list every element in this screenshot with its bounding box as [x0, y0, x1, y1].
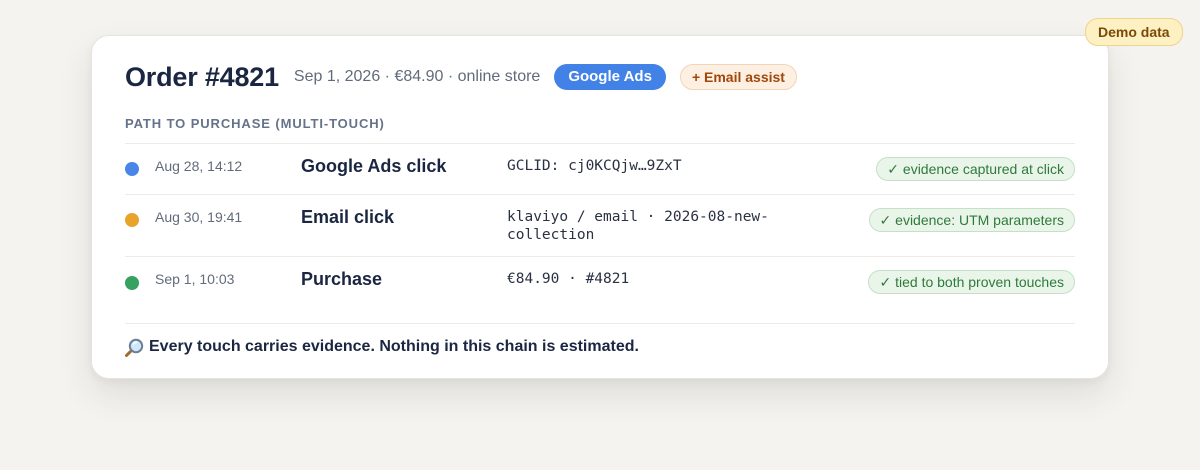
touch-event: Google Ads click [301, 156, 447, 176]
primary-channel-badge: Google Ads [554, 64, 666, 90]
touch-row-email: Aug 30, 19:41 Email click klaviyo / emai… [125, 195, 1075, 257]
touch-timeline: Aug 28, 14:12 Google Ads click GCLID: cj… [125, 143, 1075, 306]
footer-divider [125, 323, 1075, 324]
touch-event: Email click [301, 207, 395, 227]
touch-dot [125, 276, 139, 290]
touch-time: Aug 30, 19:41 [155, 209, 243, 225]
touch-time: Aug 28, 14:12 [155, 158, 243, 174]
evidence-badge: ✓ tied to both proven touches [868, 270, 1075, 294]
demo-data-badge: Demo data [1085, 18, 1183, 46]
evidence-badge: ✓ evidence: UTM parameters [868, 208, 1075, 232]
touch-row-google-ads: Aug 28, 14:12 Google Ads click GCLID: cj… [125, 144, 1075, 195]
order-title: Order #4821 [125, 61, 279, 92]
page: Demo data Order #4821 Sep 1, 2026 · €84.… [0, 0, 1200, 470]
assist-channel-badge: + Email assist [679, 64, 797, 90]
section-title: PATH TO PURCHASE (MULTI-TOUCH) [125, 116, 385, 131]
order-meta: Sep 1, 2026 · €84.90 · online store [293, 68, 541, 85]
touch-detail: GCLID: cj0KCQjw…9ZxT [507, 158, 682, 174]
touch-detail: €84.90 · #4821 [507, 271, 630, 287]
footer-note: Every touch carries evidence. Nothing in… [125, 337, 639, 357]
order-header: Order #4821 Sep 1, 2026 · €84.90 · onlin… [125, 60, 1075, 94]
touch-detail: klaviyo / email · 2026-08-new-collection [507, 209, 769, 243]
touch-row-purchase: Sep 1, 10:03 Purchase €84.90 · #4821 ✓ t… [125, 257, 1075, 306]
footer-text: Every touch carries evidence. Nothing in… [149, 338, 639, 355]
touch-time: Sep 1, 10:03 [155, 271, 235, 287]
touch-event: Purchase [301, 269, 383, 289]
evidence-badge: ✓ evidence captured at click [876, 157, 1075, 181]
order-card: Order #4821 Sep 1, 2026 · €84.90 · onlin… [91, 35, 1109, 379]
touch-dot [125, 162, 139, 176]
magnifier-icon [125, 337, 145, 357]
touch-dot [125, 213, 139, 227]
